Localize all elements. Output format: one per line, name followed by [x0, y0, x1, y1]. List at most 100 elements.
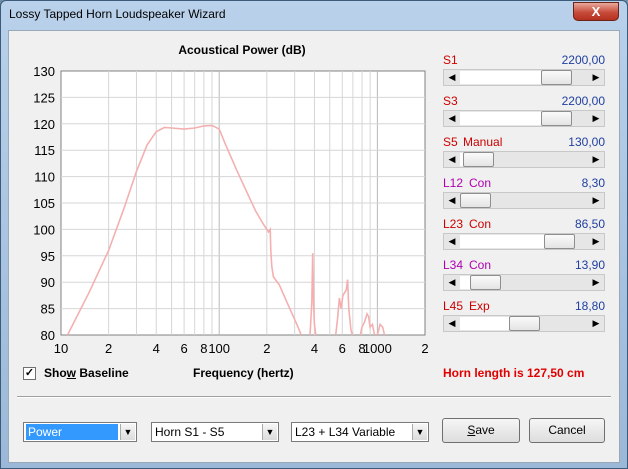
slider-fill: [460, 112, 542, 125]
slider-l45: L45 Exp 18,80 ◀ ▶: [443, 299, 607, 337]
slider-fill: [460, 235, 545, 248]
x-tick-label: 2: [263, 341, 270, 356]
window-title: Lossy Tapped Horn Loudspeaker Wizard: [9, 7, 226, 21]
slider-thumb[interactable]: [462, 152, 494, 167]
y-axis-ticks: 13012512011511010510095908580: [33, 64, 55, 343]
x-tick-label: 1000: [363, 341, 392, 356]
scroll-right-icon[interactable]: ▶: [588, 234, 604, 249]
slider-value: 18,80: [574, 299, 605, 313]
slider-name: S3: [443, 94, 458, 108]
slider-mode: Con: [469, 176, 492, 190]
slider-mode: Con: [469, 258, 492, 272]
slider-name: L23: [443, 217, 464, 231]
title-bar[interactable]: Lossy Tapped Horn Loudspeaker Wizard X: [1, 1, 627, 29]
y-tick-label: 125: [33, 90, 55, 105]
y-tick-label: 130: [33, 64, 55, 79]
slider-mode: Exp: [469, 299, 490, 313]
slider-track[interactable]: ◀ ▶: [443, 192, 605, 209]
x-axis-label: Frequency (hertz): [193, 366, 294, 380]
y-tick-label: 95: [41, 249, 55, 264]
slider-track[interactable]: ◀ ▶: [443, 233, 605, 250]
chart-title: Acoustical Power (dB): [178, 43, 306, 57]
y-tick-label: 85: [41, 302, 55, 317]
scroll-right-icon[interactable]: ▶: [588, 193, 604, 208]
slider-fill: [460, 276, 470, 289]
show-baseline-toggle[interactable]: ✓ Show Baseline: [23, 365, 129, 381]
slider-value: 130,00: [568, 135, 605, 149]
scroll-left-icon[interactable]: ◀: [444, 111, 460, 126]
scroll-right-icon[interactable]: ▶: [588, 275, 604, 290]
slider-thumb[interactable]: [541, 111, 573, 126]
slider-thumb[interactable]: [469, 275, 501, 290]
slider-thumb[interactable]: [544, 234, 576, 249]
y-tick-label: 115: [34, 143, 55, 158]
slider-track[interactable]: ◀ ▶: [443, 110, 605, 127]
close-button[interactable]: X: [573, 2, 619, 21]
cancel-button[interactable]: Cancel: [529, 418, 605, 443]
save-button[interactable]: Save: [442, 418, 520, 443]
slider-track[interactable]: ◀ ▶: [443, 274, 605, 291]
slider-thumb[interactable]: [460, 193, 491, 208]
chevron-down-icon[interactable]: ▼: [262, 424, 277, 440]
y-tick-label: 105: [33, 196, 55, 211]
x-tick-label: 8: [200, 341, 207, 356]
slider-fill: [460, 317, 509, 330]
variable-combo[interactable]: L23 + L34 Variable ▼: [291, 422, 429, 442]
close-icon: X: [591, 4, 601, 19]
show-baseline-checkbox[interactable]: ✓: [23, 366, 36, 380]
power-chart: 13012512011511010510095908580 10 2 4 6 8 100 2…: [33, 64, 428, 356]
y-tick-label: 120: [33, 117, 55, 132]
slider-mode: Manual: [463, 135, 503, 149]
scroll-left-icon[interactable]: ◀: [444, 193, 460, 208]
slider-track[interactable]: ◀ ▶: [443, 315, 605, 332]
slider-s3: S3 2200,00 ◀ ▶: [443, 94, 607, 132]
scroll-right-icon[interactable]: ▶: [588, 316, 604, 331]
y-tick-label: 110: [34, 170, 55, 185]
scroll-left-icon[interactable]: ◀: [444, 152, 460, 167]
slider-value: 8,30: [581, 176, 605, 190]
x-tick-label: 2: [105, 341, 112, 356]
slider-l23: L23 Con 86,50 ◀ ▶: [443, 217, 607, 255]
slider-value: 86,50: [574, 217, 605, 231]
y-tick-label: 100: [33, 222, 55, 237]
x-tick-label: 4: [153, 341, 160, 356]
slider-name: L34: [443, 258, 464, 272]
slider-l12: L12 Con 8,30 ◀ ▶: [443, 176, 607, 214]
scroll-left-icon[interactable]: ◀: [444, 70, 460, 85]
show-baseline-label: Show Baseline: [44, 366, 129, 380]
y-tick-label: 90: [41, 275, 55, 290]
scroll-right-icon[interactable]: ▶: [588, 111, 604, 126]
slider-thumb[interactable]: [541, 70, 573, 85]
client-area: Acoustical Power (dB) 130 125 120 115 110 105…: [8, 30, 620, 463]
slider-s5: S5 Manual 130,00 ◀ ▶: [443, 135, 607, 173]
slider-thumb[interactable]: [508, 316, 540, 331]
x-tick-label: 4: [311, 341, 318, 356]
scroll-left-icon[interactable]: ◀: [444, 275, 460, 290]
wizard-window: Lossy Tapped Horn Loudspeaker Wizard X A…: [0, 0, 628, 469]
slider-fill: [460, 71, 542, 84]
slider-s1: S1 2200,00 ◀ ▶: [443, 53, 607, 91]
slider-track[interactable]: ◀ ▶: [443, 151, 605, 168]
x-tick-label: 6: [180, 341, 187, 356]
scroll-right-icon[interactable]: ▶: [588, 152, 604, 167]
x-tick-label: 6: [339, 341, 346, 356]
chevron-down-icon[interactable]: ▼: [120, 424, 135, 440]
x-tick-label: 100: [208, 341, 230, 356]
x-tick-label: 10: [54, 341, 68, 356]
slider-value: 2200,00: [561, 53, 605, 67]
horn-length-text: Horn length is 127,50 cm: [443, 366, 585, 380]
slider-name: L12: [443, 176, 464, 190]
chevron-down-icon[interactable]: ▼: [412, 424, 427, 440]
scroll-right-icon[interactable]: ▶: [588, 70, 604, 85]
scroll-left-icon[interactable]: ◀: [444, 234, 460, 249]
slider-name: L45: [443, 299, 464, 313]
separator: [17, 396, 611, 398]
x-tick-label: 2: [421, 341, 428, 356]
slider-name: S1: [443, 53, 458, 67]
horn-combo[interactable]: Horn S1 - S5 ▼: [151, 422, 279, 442]
mode-combo[interactable]: Power ▼: [23, 422, 137, 442]
scroll-left-icon[interactable]: ◀: [444, 316, 460, 331]
slider-track[interactable]: ◀ ▶: [443, 69, 605, 86]
slider-mode: Con: [469, 217, 492, 231]
slider-name: S5: [443, 135, 458, 149]
